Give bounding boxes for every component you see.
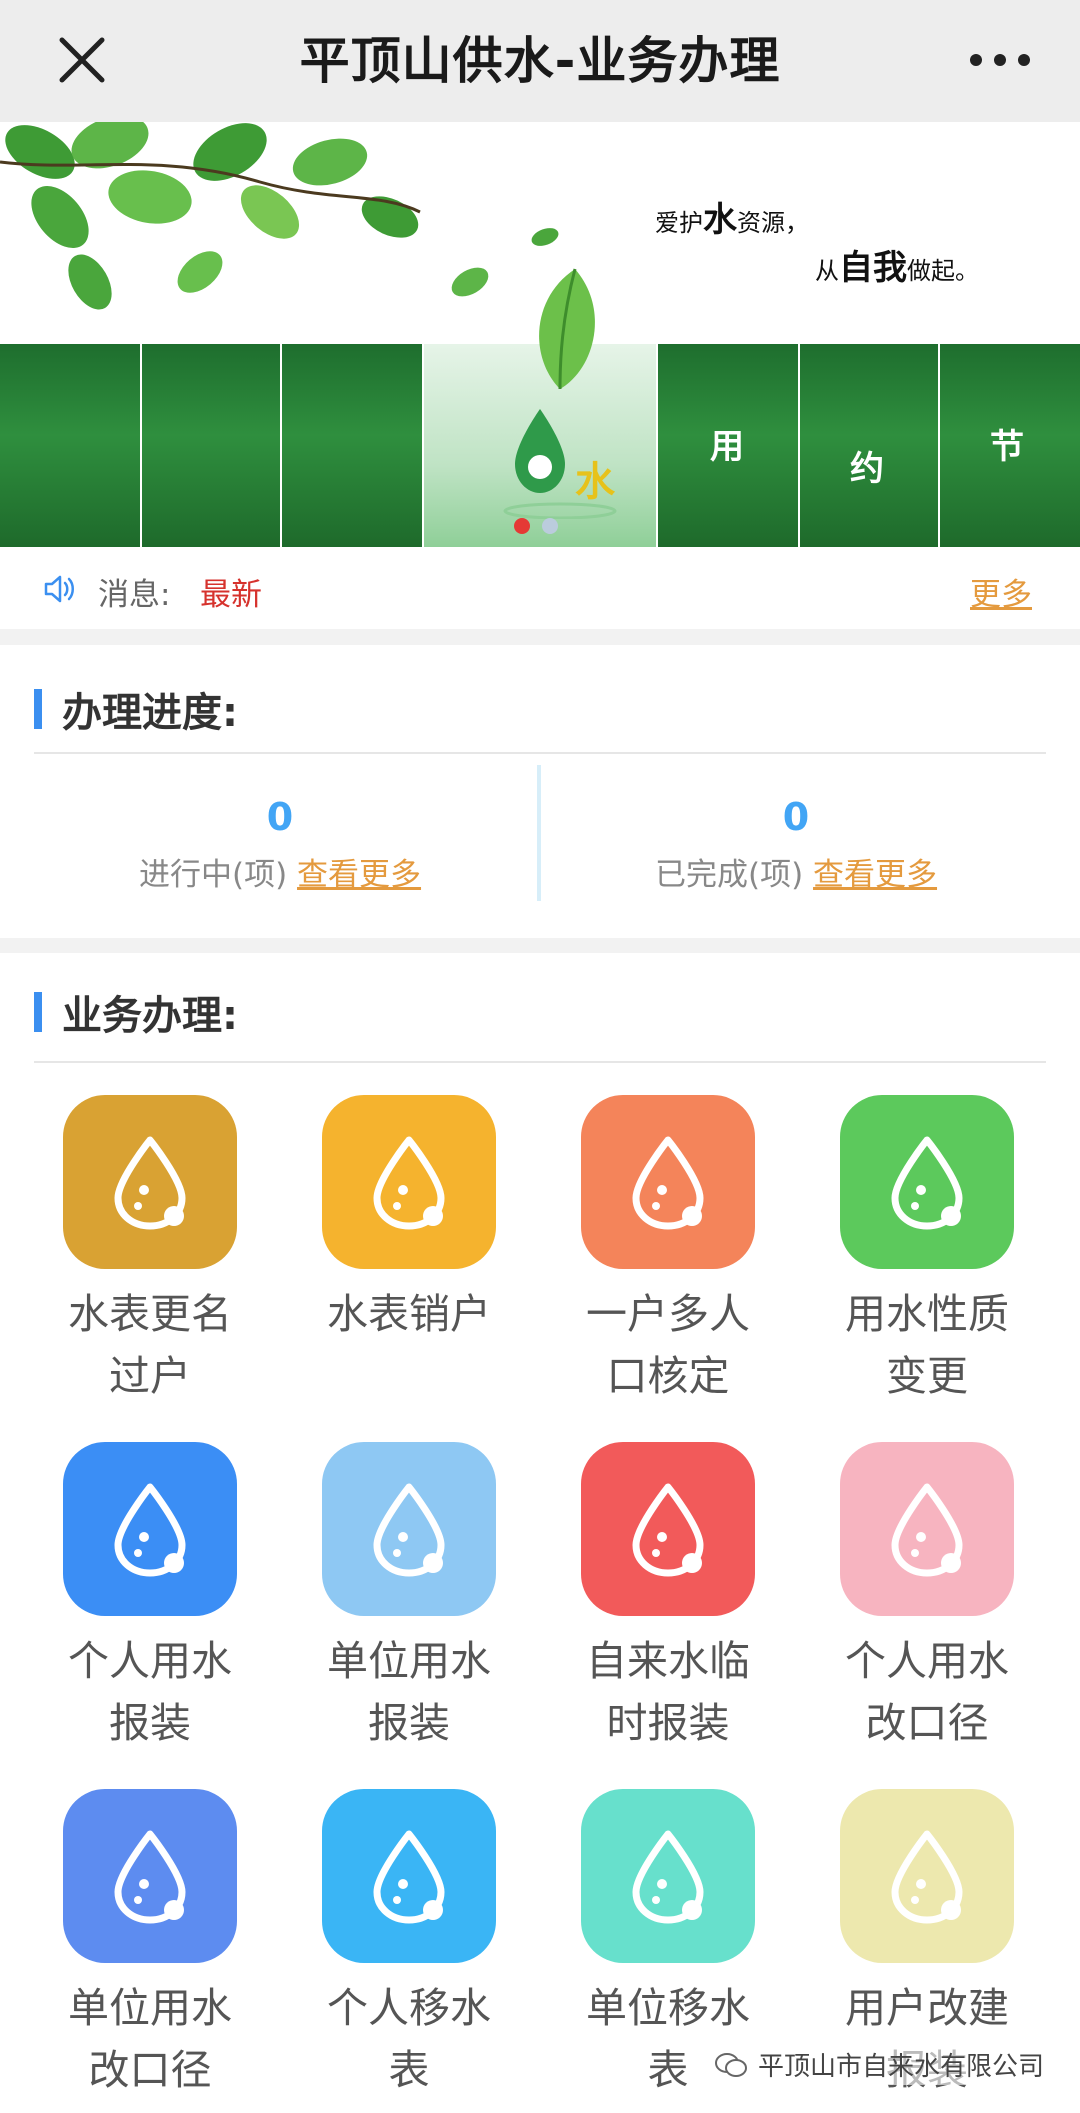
page-title: 平顶山供水-业务办理 bbox=[299, 32, 781, 90]
banner-char-2: 约 bbox=[850, 449, 884, 489]
service-item[interactable]: 单位用水改口径 bbox=[50, 1789, 250, 2101]
carousel-dot-active[interactable] bbox=[514, 518, 530, 534]
slogan-line-2: 从自我做起。 bbox=[815, 248, 979, 288]
carousel-indicator bbox=[514, 518, 558, 534]
service-label: 单位用水报装 bbox=[327, 1637, 491, 1747]
more-dots-icon bbox=[970, 54, 1030, 66]
service-label: 水表更名过户 bbox=[68, 1290, 232, 1400]
carousel-dot[interactable] bbox=[542, 518, 558, 534]
message-latest-link[interactable]: 最新 bbox=[200, 569, 262, 614]
service-label: 个人用水报装 bbox=[68, 1637, 232, 1747]
completed-more-link[interactable]: 查看更多 bbox=[813, 857, 937, 893]
section-marker bbox=[34, 689, 42, 729]
in-progress-label: 进行中(项) bbox=[138, 857, 288, 893]
wechat-icon bbox=[714, 2052, 747, 2077]
message-label: 消息: bbox=[98, 577, 171, 613]
speaker-icon bbox=[44, 575, 74, 603]
in-progress-count: 0 bbox=[266, 795, 294, 839]
banner-image-bottom: 水 用 约 节 bbox=[0, 268, 1080, 547]
divider bbox=[34, 752, 1046, 754]
water-drop-icon bbox=[373, 1136, 445, 1230]
water-drop-icon bbox=[632, 1483, 704, 1577]
water-drop-icon bbox=[114, 1483, 186, 1577]
service-icon[interactable] bbox=[63, 1095, 237, 1269]
water-drop-icon bbox=[373, 1483, 445, 1577]
service-label: 自来水临时报装 bbox=[586, 1637, 750, 1747]
water-drop-icon bbox=[632, 1136, 704, 1230]
divider bbox=[34, 1061, 1046, 1063]
service-label: 水表销户 bbox=[327, 1290, 491, 1338]
service-label: 用水性质变更 bbox=[845, 1290, 1009, 1400]
service-item[interactable]: 单位用水报装 bbox=[309, 1442, 509, 1754]
service-item[interactable]: 一户多人口核定 bbox=[568, 1095, 768, 1407]
service-icon[interactable] bbox=[581, 1442, 755, 1616]
service-icon[interactable] bbox=[840, 1789, 1014, 1963]
services-card: 业务办理: 水表更名过户 水表销户 一户多人口核定 用水性质变更个人用水报装 单位用水报… bbox=[0, 953, 1080, 2113]
in-progress-more-link[interactable]: 查看更多 bbox=[297, 857, 421, 893]
water-drop-icon bbox=[114, 1136, 186, 1230]
banner-char-1: 用 bbox=[710, 427, 744, 467]
in-progress-stat: 0 进行中(项) 查看更多 bbox=[30, 795, 530, 894]
service-icon[interactable] bbox=[63, 1442, 237, 1616]
progress-section-title: 办理进度: bbox=[34, 680, 238, 738]
service-icon[interactable] bbox=[322, 1789, 496, 1963]
logo-char: 水 bbox=[575, 458, 615, 505]
services-section-title: 业务办理: bbox=[34, 983, 238, 1041]
service-icon[interactable] bbox=[322, 1442, 496, 1616]
completed-stat: 0 已完成(项) 查看更多 bbox=[546, 795, 1046, 894]
slogan-line-1: 爱护水资源， bbox=[655, 200, 809, 240]
service-icon[interactable] bbox=[63, 1789, 237, 1963]
service-item[interactable]: 自来水临时报装 bbox=[568, 1442, 768, 1754]
water-drop-icon bbox=[632, 1830, 704, 1924]
completed-label: 已完成(项) bbox=[654, 857, 804, 893]
service-icon[interactable] bbox=[840, 1095, 1014, 1269]
service-label: 单位用水改口径 bbox=[68, 1984, 232, 2094]
water-drop-icon bbox=[891, 1483, 963, 1577]
more-options-button[interactable] bbox=[960, 40, 1040, 80]
message-more-link[interactable]: 更多 bbox=[970, 569, 1032, 614]
service-label: 个人用水改口径 bbox=[845, 1637, 1009, 1747]
service-item[interactable]: 个人用水改口径 bbox=[827, 1442, 1027, 1754]
water-drop-icon bbox=[891, 1830, 963, 1924]
completed-count: 0 bbox=[782, 795, 810, 839]
watermark: 平顶山市自来水有限公司 bbox=[707, 2044, 1050, 2085]
service-label: 一户多人口核定 bbox=[586, 1290, 750, 1400]
service-icon[interactable] bbox=[322, 1095, 496, 1269]
banner-carousel[interactable]: 爱护水资源， 从自我做起。 水 用 约 节 bbox=[0, 122, 1080, 547]
progress-card: 办理进度: 0 进行中(项) 查看更多 0 已完成(项) 查看更多 bbox=[0, 645, 1080, 938]
section-marker bbox=[34, 992, 42, 1032]
service-label: 个人移水表 bbox=[327, 1984, 491, 2094]
water-drop-icon bbox=[373, 1830, 445, 1924]
service-item[interactable]: 水表销户 bbox=[309, 1095, 509, 1345]
top-bar: 平顶山供水-业务办理 bbox=[0, 0, 1080, 122]
service-item[interactable]: 个人移水表 bbox=[309, 1789, 509, 2101]
service-item[interactable]: 个人用水报装 bbox=[50, 1442, 250, 1754]
vertical-divider bbox=[537, 765, 541, 901]
service-icon[interactable] bbox=[840, 1442, 1014, 1616]
water-drop-icon bbox=[114, 1830, 186, 1924]
service-item[interactable]: 用水性质变更 bbox=[827, 1095, 1027, 1407]
service-icon[interactable] bbox=[581, 1095, 755, 1269]
service-item[interactable]: 水表更名过户 bbox=[50, 1095, 250, 1407]
message-bar: 消息: 最新 更多 bbox=[0, 547, 1080, 629]
water-drop-icon bbox=[891, 1136, 963, 1230]
banner-char-3: 节 bbox=[990, 427, 1024, 467]
service-icon[interactable] bbox=[581, 1789, 755, 1963]
